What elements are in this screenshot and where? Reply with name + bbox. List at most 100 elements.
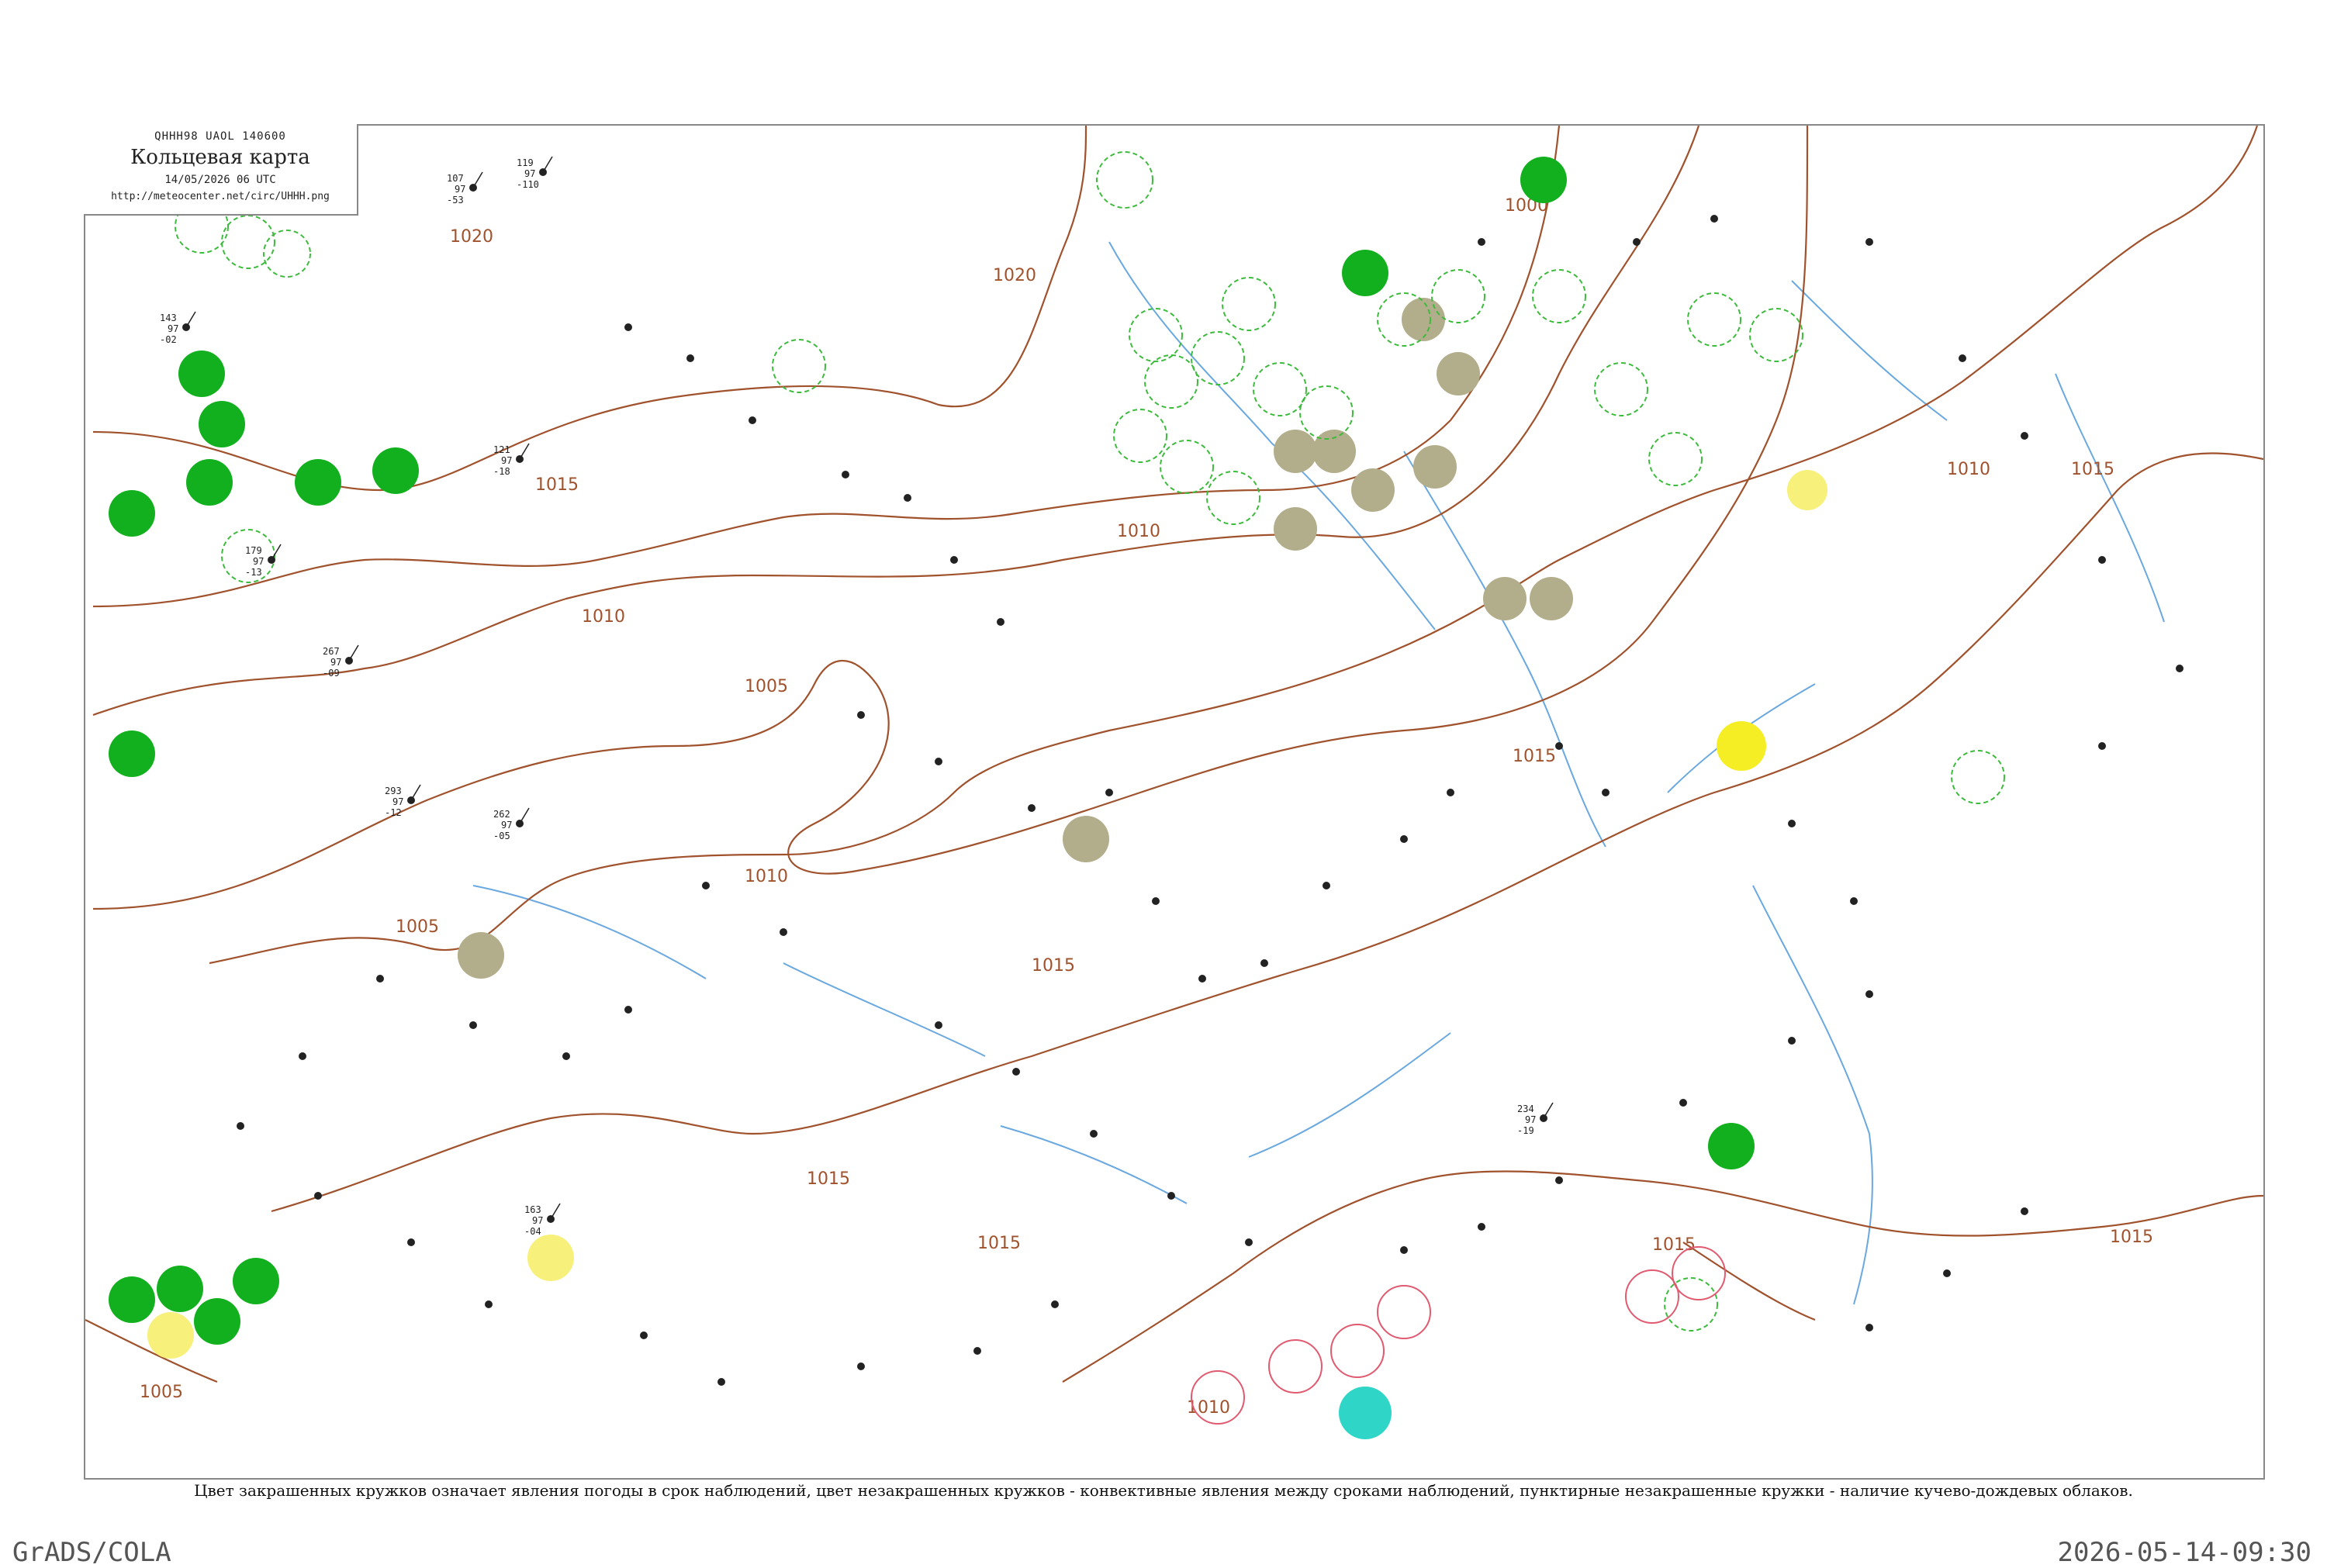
weather-map: 1020 1020 1015 1010 1005 1010 1015 1010 … [85,126,2263,1439]
cb-ring-green [1594,362,1648,416]
weather-dot-fog [1063,816,1109,862]
station-dew: -05 [493,831,510,841]
convective-ring-red [1377,1285,1431,1339]
isobar-label: 1015 [2110,1228,2153,1247]
isobar-labels: 1020 1020 1015 1010 1005 1010 1015 1010 … [140,196,2153,1418]
weather-dot-green [186,459,233,506]
cb-ring-green [1532,269,1586,323]
station-temp: 163 [524,1204,541,1215]
cb-ring-green [1096,151,1153,209]
weather-dot-green [157,1266,203,1312]
station-pressure: 97 [392,796,403,807]
station-temp: 143 [160,313,177,323]
convective-ring-red [1625,1269,1679,1324]
station-plot: 293 97 -12 [385,784,421,818]
station-temp: 119 [517,157,534,168]
station-dew: -12 [385,807,402,818]
cb-ring-green [1113,409,1167,463]
cb-ring-green [263,230,311,278]
weather-dot-green [109,730,155,777]
station-dew: -110 [517,179,539,190]
station-plot: 267 97 -09 [323,644,359,679]
isobar-label: 1015 [807,1169,850,1189]
station-dew: -09 [323,668,340,679]
weather-dot-fog [1274,507,1317,551]
bulletin-code: QHHH98 UAOL 140600 [154,130,286,143]
map-title: Кольцевая карта [130,146,310,169]
weather-map-frame: 1020 1020 1015 1010 1005 1010 1015 1010 … [84,124,2265,1480]
station-pressure: 97 [330,657,341,668]
isobar-label: 1020 [993,266,1036,285]
weather-dot-fog [1413,445,1457,489]
station-pressure: 97 [532,1215,543,1226]
station-plot: 121 97 -18 [493,443,530,477]
cb-ring-green [1253,362,1307,416]
weather-dot-bright-yellow [1717,721,1766,771]
station-dew: -19 [1517,1125,1534,1136]
isobar-label: 1005 [396,917,439,937]
weather-dot-fog [1351,468,1395,512]
generation-timestamp: 2026-05-14-09:30 [2057,1537,2311,1568]
weather-dot-fog [1312,430,1356,473]
station-dew: -02 [160,334,177,345]
station-pressure: 97 [168,323,178,334]
isobar-label: 1010 [1117,522,1160,541]
station-temp: 121 [493,444,510,455]
station-pressure: 97 [253,556,264,567]
station-pressure: 97 [1525,1114,1536,1125]
weather-dot-green [199,401,245,447]
cb-ring-green [1648,432,1703,486]
weather-dot-green [1708,1123,1755,1169]
isobar-label: 1005 [140,1383,183,1402]
weather-dot-fog [1483,577,1527,620]
weather-dot-fog [458,932,504,979]
station-temp: 293 [385,786,402,796]
weather-dot-green [233,1258,279,1304]
station-temp: 179 [245,545,262,556]
station-plot: 262 97 -05 [493,807,530,841]
map-header: QHHH98 UAOL 140600 Кольцевая карта 14/05… [84,124,358,216]
station-plot: 179 97 -13 [245,544,282,578]
isobar-label: 1010 [745,867,788,886]
software-credit: GrADS/COLA [12,1537,171,1568]
weather-dot-green [1342,250,1388,296]
station-dew: -04 [524,1226,541,1237]
cb-ring-green [1951,750,2005,804]
isobar-label: 1015 [1032,956,1075,976]
station-plot: 107 97 -53 [447,171,483,205]
cb-ring-green [1664,1277,1718,1331]
station-pressure: 97 [501,455,512,466]
isobar-label: 1010 [582,607,625,627]
station-temp: 107 [447,173,464,184]
station-plot: 234 97 -19 [1517,1102,1554,1136]
weather-dot-green [295,459,341,506]
convective-ring-red [1268,1339,1323,1394]
station-dew: -18 [493,466,510,477]
station-plots: 107 97 -53 119 97 -110 143 97 -02 121 97… [160,156,1554,1237]
weather-dot-green [1520,157,1567,203]
isobar-label: 1015 [2071,460,2114,479]
station-plot: 163 97 -04 [524,1203,561,1237]
weather-dot-fog [1274,430,1317,473]
weather-dot-fog [1437,352,1480,395]
isobar-label: 1015 [977,1234,1021,1253]
isobar-label: 1020 [450,227,493,247]
isobar-label: 1015 [1513,747,1556,766]
station-plot: 119 97 -110 [517,156,553,190]
legend-note: Цвет закрашенных кружков означает явлени… [194,1481,2133,1500]
station-pressure: 97 [455,184,465,195]
isobar-label: 1010 [1947,460,1990,479]
weather-dot-fog [1402,298,1445,341]
station-pressure: 97 [501,820,512,831]
cb-ring-green [772,339,826,393]
cb-ring-green [221,215,275,269]
convective-ring-red [1330,1324,1385,1378]
cb-ring-green [1299,385,1354,440]
cb-ring-green [1687,292,1741,347]
weather-dot-fog [1530,577,1573,620]
rivers-layer [472,241,2165,1305]
weather-dot-yellow [1787,470,1827,510]
cb-ring-green [1191,331,1245,385]
isobar-label: 1015 [535,475,579,495]
weather-dot-green [109,1276,155,1323]
